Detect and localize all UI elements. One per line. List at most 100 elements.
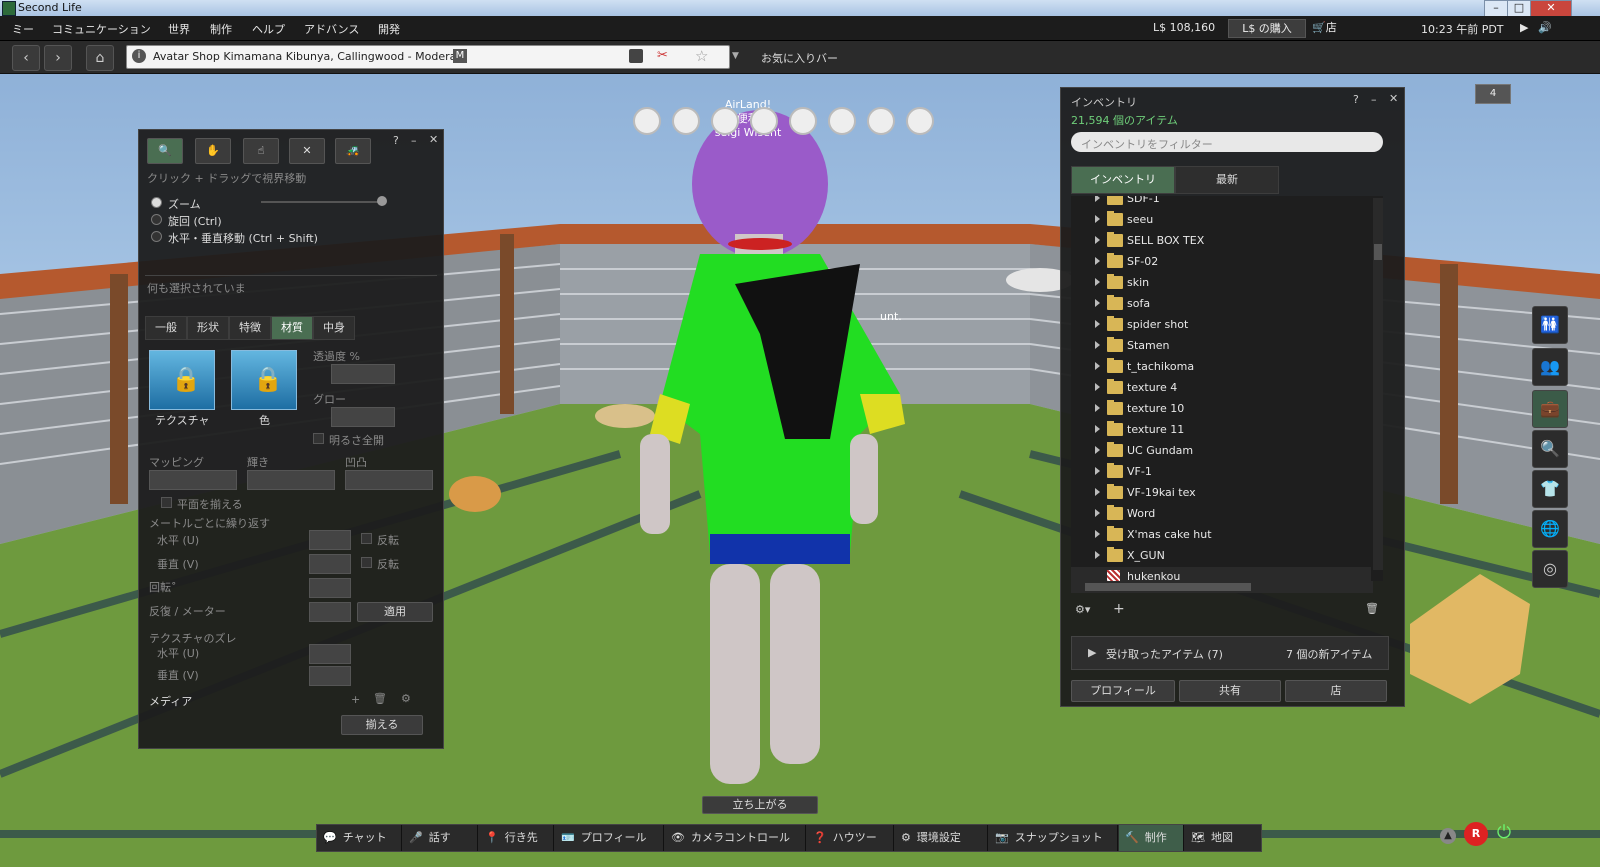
buy-linden-button[interactable]: L$ の購入 [1228,19,1306,38]
trash-icon[interactable]: 🗑 [1365,602,1379,615]
zoom-radio[interactable]: ズーム [151,196,201,212]
create-tool-icon[interactable]: ✕ [289,138,325,164]
delete-media-icon[interactable]: 🗑 [373,692,387,705]
align-planar-checkbox[interactable]: 平面を揃える [161,496,243,512]
gesture-sad-icon[interactable] [789,107,817,135]
folder-row[interactable]: X'mas cake hut [1071,525,1371,546]
focus-tool-icon[interactable]: 🔍 [147,138,183,164]
folder-row[interactable]: VF-19kai tex [1071,483,1371,504]
forward-button[interactable]: › [44,45,72,71]
minimize-panel-icon[interactable]: – [1371,93,1377,106]
destinations-button[interactable]: 📍 行き先 [479,825,554,851]
shop-button[interactable]: 🛒店 [1312,19,1346,36]
close-panel-icon[interactable]: ✕ [429,133,438,146]
offset-v-input[interactable] [309,666,351,686]
land-tool-icon[interactable]: 🚜 [335,138,371,164]
zoom-slider[interactable] [261,201,385,203]
gesture-smile-icon[interactable] [633,107,661,135]
folder-row[interactable]: Stamen [1071,336,1371,357]
flip-u-checkbox[interactable]: 反転 [361,532,399,548]
folder-row[interactable]: sofa [1071,294,1371,315]
profile-toolbar-button[interactable]: 🪪 プロフィール [555,825,664,851]
gesture-grin-icon[interactable] [867,107,895,135]
folder-row[interactable]: VF-1 [1071,462,1371,483]
gesture-frown-icon[interactable] [828,107,856,135]
media-play-icon[interactable]: ▶ [1520,21,1528,34]
folder-row[interactable]: Word [1071,504,1371,525]
inventory-gear-icon[interactable]: ⚙▾ [1075,603,1090,616]
menu-me[interactable]: ミー [12,21,34,37]
folder-row[interactable]: texture 11 [1071,420,1371,441]
appearance-icon[interactable]: 👕 [1532,470,1568,508]
shop-button[interactable]: 店 [1285,680,1387,702]
folder-row[interactable]: seeu [1071,210,1371,231]
vertical-v-input[interactable] [309,554,351,574]
inventory-item-row[interactable]: hukenkou [1071,567,1371,581]
minimize-panel-icon[interactable]: – [411,134,417,147]
apply-button[interactable]: 適用 [357,602,433,622]
edit-tool-icon[interactable]: ☝ [243,138,279,164]
menu-build[interactable]: 制作 [210,21,232,37]
environment-button[interactable]: ⚙ 環境設定 [895,825,988,851]
inventory-tree[interactable]: SDF-1 seeu SELL BOX TEX SF-02 skin sofa … [1071,196,1383,581]
inventory-filter-input[interactable]: インベントリをフィルター [1071,132,1383,152]
search-icon[interactable]: 🔍 [1532,430,1568,468]
share-button[interactable]: 共有 [1179,680,1281,702]
location-input[interactable]: i Avatar Shop Kimamana Kibunya, Callingw… [126,45,730,69]
build-button[interactable]: 🔨 制作 [1119,825,1184,851]
color-swatch[interactable]: 🔒 [231,350,297,410]
snapshot-button[interactable]: 📷 スナップショット [989,825,1118,851]
menu-develop[interactable]: 開発 [378,21,400,37]
gesture-happy-icon[interactable] [672,107,700,135]
bumpiness-select[interactable] [345,470,433,490]
scroll-up-icon[interactable]: ▲ [1440,828,1456,844]
orbit-radio[interactable]: 旋回 (Ctrl) [151,213,222,229]
favorite-star-icon[interactable]: ☆ [695,47,708,65]
tab-content[interactable]: 中身 [313,316,355,340]
rotation-input[interactable] [309,578,351,598]
info-icon[interactable]: i [132,49,146,63]
home-button[interactable]: ⌂ [86,45,114,71]
profile-button[interactable]: プロフィール [1071,680,1175,702]
folder-row[interactable]: SDF-1 [1071,196,1371,210]
power-icon[interactable]: ⏻ [1494,822,1514,846]
folder-row[interactable]: UC Gundam [1071,441,1371,462]
flip-v-checkbox[interactable]: 反転 [361,556,399,572]
tab-texture[interactable]: 材質 [271,316,313,340]
folder-row[interactable]: t_tachikoma [1071,357,1371,378]
glow-input[interactable] [331,407,395,427]
menu-communication[interactable]: コミュニケーション [52,21,151,37]
received-items-bar[interactable]: ▶ 受け取ったアイテム (7) 7 個の新アイテム [1071,636,1389,670]
close-panel-icon[interactable]: ✕ [1389,92,1398,105]
voice-icon[interactable]: ◎ [1532,550,1568,588]
inventory-horizontal-scrollbar[interactable] [1071,581,1373,593]
inventory-vertical-scrollbar[interactable] [1373,198,1383,570]
add-item-icon[interactable]: + [1113,601,1125,617]
howto-button[interactable]: ❓ ハウツー [807,825,894,851]
speak-button[interactable]: 🎤 話す [403,825,478,851]
zoom-slider-handle[interactable] [377,196,387,206]
add-media-icon[interactable]: + [351,693,360,706]
close-window-button[interactable]: ✕ [1530,0,1572,17]
folder-row[interactable]: spider shot [1071,315,1371,336]
media-settings-icon[interactable]: ⚙ [401,692,411,705]
align-button[interactable]: 揃える [341,715,423,735]
people-icon[interactable]: 👥 [1532,348,1568,386]
stand-up-button[interactable]: 立ち上がる [702,796,818,814]
tab-features[interactable]: 特徴 [229,316,271,340]
inventory-icon[interactable]: 💼 [1532,390,1568,428]
folder-row[interactable]: texture 4 [1071,378,1371,399]
tab-recent[interactable]: 最新 [1175,166,1279,194]
chat-button[interactable]: 💬 チャット [317,825,402,851]
camera-controls-button[interactable]: 👁 カメラコントロール [665,825,806,851]
pan-radio[interactable]: 水平・垂直移動 (Ctrl + Shift) [151,230,318,246]
places-icon[interactable]: 🌐 [1532,510,1568,548]
volume-icon[interactable]: 🔊 [1538,21,1552,34]
map-button[interactable]: 🗺 地図 [1185,825,1259,851]
menu-help[interactable]: ヘルプ [252,21,285,37]
texture-swatch[interactable]: 🔒 [149,350,215,410]
help-icon[interactable]: ? [1353,93,1359,106]
maximize-window-button[interactable]: □ [1507,0,1531,17]
horizontal-u-input[interactable] [309,530,351,550]
help-icon[interactable]: ? [393,134,399,147]
